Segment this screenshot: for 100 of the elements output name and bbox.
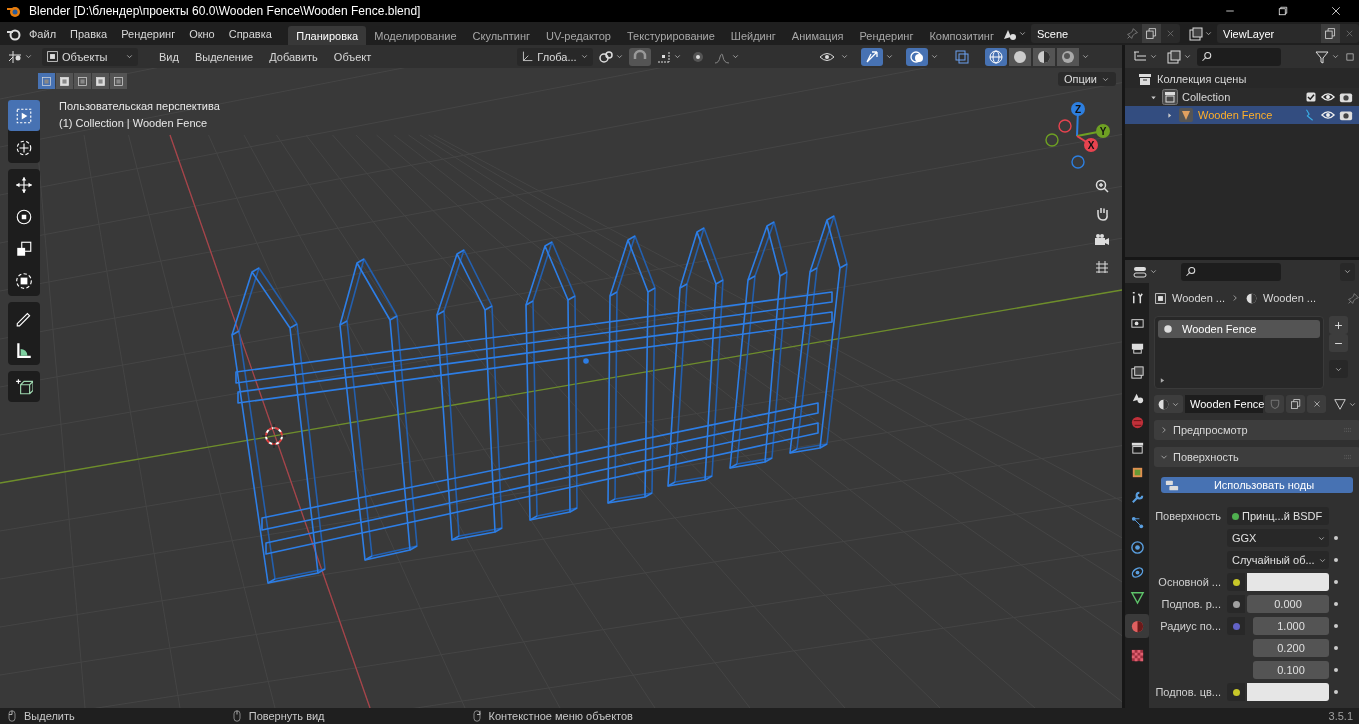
mode-dropdown[interactable]: Объекты: [42, 47, 138, 66]
pivot-icon[interactable]: [597, 48, 614, 65]
material-sphere-icon: [1129, 618, 1145, 634]
cursor-icon[interactable]: [15, 138, 33, 157]
options-dropdown[interactable]: Опции: [1057, 72, 1116, 86]
workspace-tab[interactable]: Рендеринг: [851, 25, 922, 46]
scale-icon[interactable]: [15, 239, 33, 258]
select-box-icon[interactable]: [15, 106, 33, 125]
pin-icon[interactable]: [1125, 27, 1139, 40]
workspace-tab[interactable]: Скульптинг: [464, 25, 539, 46]
workspace-tab[interactable]: Шейдинг: [722, 25, 784, 46]
keyframe-dot[interactable]: [1334, 602, 1338, 606]
maximize-icon[interactable]: [1277, 5, 1289, 17]
3d-cursor-icon[interactable]: [261, 423, 287, 449]
eye-icon[interactable]: [1321, 108, 1335, 122]
add-slot-button[interactable]: [1329, 316, 1348, 334]
filter-icon[interactable]: [1314, 48, 1330, 65]
socket-dot[interactable]: [1232, 622, 1240, 630]
camera-icon[interactable]: [1094, 232, 1110, 248]
dropdown[interactable]: GGX: [1227, 529, 1329, 547]
number-field[interactable]: 0.100: [1253, 661, 1329, 679]
mesh-object-icon[interactable]: [1178, 107, 1194, 123]
checked-checkbox[interactable]: [1305, 91, 1317, 103]
negative-axis-handle[interactable]: [1071, 155, 1085, 169]
add-cube-icon[interactable]: [15, 377, 33, 396]
number-field[interactable]: 0.000: [1247, 595, 1329, 613]
search-field[interactable]: [1181, 262, 1281, 281]
keyframe-dot[interactable]: [1334, 646, 1338, 650]
axis-handle[interactable]: Y: [1096, 124, 1110, 138]
axis-handle[interactable]: X: [1084, 138, 1098, 152]
number-field[interactable]: 0.200: [1253, 639, 1329, 657]
workspace-tab[interactable]: Анимация: [783, 25, 852, 46]
dropdown[interactable]: Случайный об...: [1227, 551, 1329, 569]
menu-item[interactable]: Выделение: [187, 50, 261, 63]
display-mode-icon[interactable]: [1166, 48, 1182, 65]
workspace-tab[interactable]: Планировка: [288, 25, 367, 46]
menu-item[interactable]: Вид: [152, 50, 186, 63]
keyframe-dot[interactable]: [1334, 624, 1338, 628]
remove-icon[interactable]: [1311, 399, 1322, 409]
negative-axis-handle[interactable]: [1058, 119, 1072, 133]
socket-dot[interactable]: [1232, 600, 1240, 608]
menu-item[interactable]: Файл: [22, 27, 64, 40]
workspace-tab[interactable]: Текстурирование: [619, 25, 723, 46]
copy-icon[interactable]: [1324, 27, 1337, 40]
socket-dot[interactable]: [1232, 688, 1240, 696]
ruler-icon[interactable]: [15, 340, 33, 359]
material-name-field[interactable]: Wooden Fence: [1185, 395, 1263, 413]
axis-handle[interactable]: Z: [1071, 102, 1085, 116]
search-icon[interactable]: [1201, 50, 1213, 63]
transform-icon[interactable]: [15, 271, 33, 290]
menu-item[interactable]: Рендеринг: [114, 27, 183, 40]
node-tree-icon[interactable]: [1333, 397, 1347, 411]
editor-type-icon[interactable]: [7, 48, 23, 65]
outliner-row[interactable]: Коллекция сцены: [1125, 70, 1359, 88]
collapsed-arrow-icon[interactable]: [1165, 110, 1174, 120]
menu-item[interactable]: Объект: [326, 50, 379, 63]
keyframe-dot[interactable]: [1334, 558, 1338, 562]
menu-item[interactable]: Добавить: [262, 50, 325, 63]
keyframe-dot[interactable]: [1334, 536, 1338, 540]
object-mode-icon[interactable]: [46, 50, 59, 63]
expand-arrow-icon[interactable]: [1158, 376, 1167, 385]
zoom-icon[interactable]: [1094, 178, 1110, 194]
copy-icon[interactable]: [1289, 398, 1302, 410]
orientation-dropdown[interactable]: Глоба...: [517, 47, 593, 66]
panel-header[interactable]: Поверхность: [1154, 447, 1359, 467]
view-layer-icon[interactable]: [1188, 25, 1204, 42]
grid-icon[interactable]: [1094, 259, 1110, 275]
number-field[interactable]: 1.000: [1253, 617, 1329, 635]
negative-axis-handle[interactable]: [1045, 133, 1059, 147]
pin-icon[interactable]: [1347, 291, 1359, 305]
panel-header[interactable]: Предпросмотр: [1154, 420, 1359, 440]
workspace-tab[interactable]: UV-редактор: [538, 25, 619, 46]
copy-icon[interactable]: [1144, 27, 1158, 40]
scene-collection-icon[interactable]: [1137, 71, 1153, 87]
orientation-icon[interactable]: [521, 50, 535, 63]
color-swatch[interactable]: [1247, 573, 1329, 591]
socket-dot[interactable]: [1232, 578, 1240, 586]
menu-item[interactable]: Окно: [182, 27, 222, 40]
workspace-tab[interactable]: Композитинг: [921, 25, 1002, 46]
menu-item[interactable]: Правка: [63, 27, 115, 40]
keyframe-dot[interactable]: [1334, 580, 1338, 584]
collection-icon[interactable]: [1162, 89, 1178, 105]
keyframe-dot[interactable]: [1334, 668, 1338, 672]
eye-icon[interactable]: [1321, 90, 1335, 104]
move-icon[interactable]: [15, 175, 33, 194]
shader-field[interactable]: Принц...й BSDF: [1227, 507, 1329, 525]
menu-item[interactable]: Справка: [221, 27, 279, 40]
search-field[interactable]: [1197, 47, 1281, 66]
material-browse-icon[interactable]: [1157, 397, 1170, 411]
rotate-icon[interactable]: [15, 207, 33, 226]
search-icon[interactable]: [1185, 265, 1197, 278]
workspace-tab[interactable]: Моделирование: [366, 25, 465, 46]
socket-dot[interactable]: [1232, 512, 1239, 520]
material-slot[interactable]: Wooden Fence: [1158, 320, 1320, 338]
hand-icon[interactable]: [1094, 205, 1110, 221]
keyframe-dot[interactable]: [1334, 690, 1338, 694]
outliner-row[interactable]: Wooden Fence: [1125, 106, 1359, 124]
color-swatch[interactable]: [1247, 683, 1329, 701]
use-nodes-button[interactable]: Использовать ноды: [1161, 477, 1353, 493]
close-icon[interactable]: [1330, 5, 1342, 17]
